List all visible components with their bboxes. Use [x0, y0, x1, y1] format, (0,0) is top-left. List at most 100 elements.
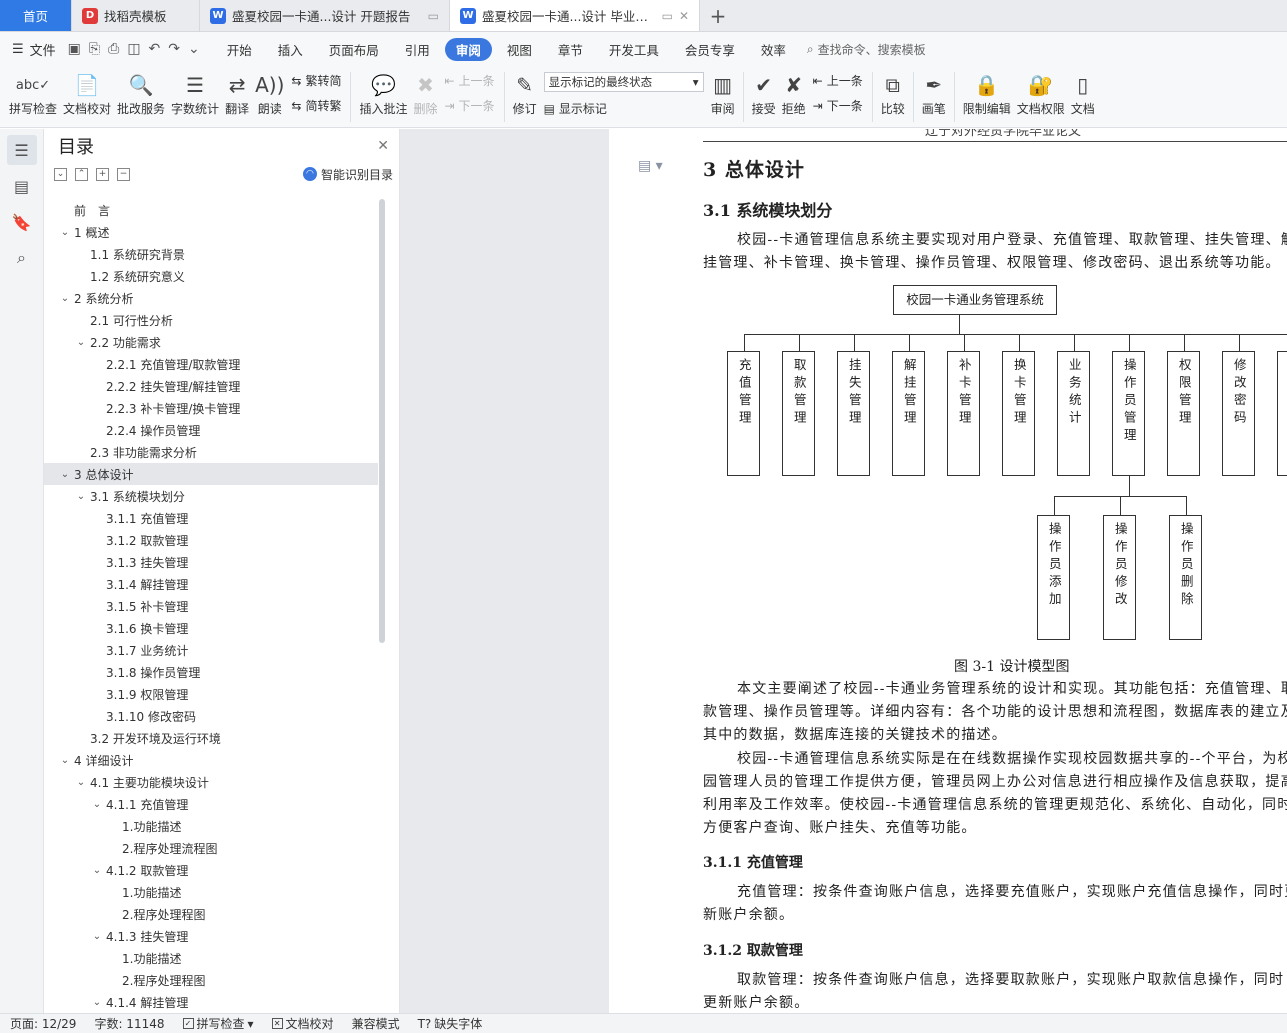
translate-button[interactable]: ⇄ 翻译 — [225, 66, 249, 117]
chevron-down-icon[interactable]: ⌄ — [58, 469, 72, 480]
delete-comment-button[interactable]: ✖ 删除 — [413, 66, 437, 117]
toc-item[interactable]: 1.功能描述 — [44, 947, 378, 969]
document-area[interactable]: 辽宁对外经贸学院毕业论文 3 总体设计 3.1 系统模块划分 校园--卡通管理信… — [400, 129, 1287, 1013]
page-indicator[interactable]: 页面: 12/29 — [10, 1015, 76, 1032]
toc-item[interactable]: 2.2.4 操作员管理 — [44, 419, 378, 441]
chevron-down-icon[interactable]: ⌄ — [74, 337, 88, 348]
toc-item[interactable]: 1.功能描述 — [44, 815, 378, 837]
toc-item[interactable]: ⌄ 1 概述 — [44, 221, 378, 243]
toc-nav-icon[interactable]: ☰ — [6, 135, 37, 165]
add-heading-icon[interactable]: + — [96, 167, 109, 181]
toc-item[interactable]: 2.2.2 挂失管理/解挂管理 — [44, 375, 378, 397]
chevron-down-icon[interactable]: ⌄ — [74, 777, 88, 788]
export-pdf-icon[interactable]: ⎘ — [89, 41, 100, 57]
print-preview-icon[interactable]: ◫ — [127, 41, 140, 57]
doc-permission-button[interactable]: 🔐 文档权限 — [1017, 66, 1065, 117]
file-menu[interactable]: ☰ 文件 — [12, 40, 56, 59]
toc-item[interactable]: 2.2.1 充值管理/取款管理 — [44, 353, 378, 375]
toc-item[interactable]: ⌄ 3 总体设计 — [44, 463, 378, 485]
accept-button[interactable]: ✔ 接受 — [752, 66, 776, 117]
collapse-all-icon[interactable]: ⌃ — [75, 167, 88, 181]
prev-comment-button[interactable]: ⇤ 上一条 — [444, 72, 494, 89]
toc-item[interactable]: 2.3 非功能需求分析 — [44, 441, 378, 463]
toc-item[interactable]: 2.程序处理程图 — [44, 969, 378, 991]
chevron-down-icon[interactable]: ⌄ — [58, 755, 72, 766]
toc-item[interactable]: 2.2.3 补卡管理/换卡管理 — [44, 397, 378, 419]
toc-item[interactable]: 1.功能描述 — [44, 881, 378, 903]
document-page[interactable]: 辽宁对外经贸学院毕业论文 3 总体设计 3.1 系统模块划分 校园--卡通管理信… — [609, 129, 1287, 1013]
cloud-sync-icon[interactable]: ▭ — [428, 9, 439, 23]
toc-item[interactable]: ⌄ 2 系统分析 — [44, 287, 378, 309]
tab-proposal-doc[interactable]: W 盛夏校园一卡通...设计 开题报告 ▭ — [200, 0, 450, 31]
toc-item[interactable]: 3.1.9 权限管理 — [44, 683, 378, 705]
toc-item[interactable]: 3.1.4 解挂管理 — [44, 573, 378, 595]
chevron-down-icon[interactable]: ⌄ — [90, 799, 104, 810]
redo-icon[interactable]: ↷ — [168, 41, 180, 57]
toc-item[interactable]: ⌄ 4.1.4 解挂管理 — [44, 991, 378, 1013]
word-count-button[interactable]: ☰ 字数统计 — [171, 66, 219, 117]
menu-developer[interactable]: 开发工具 — [598, 38, 670, 61]
toc-item[interactable]: 2.1 可行性分析 — [44, 309, 378, 331]
restrict-edit-button[interactable]: 🔒 限制编辑 — [963, 66, 1011, 117]
doc-proof-button[interactable]: 📄 文档校对 — [63, 66, 111, 117]
search-icon[interactable]: ⌕ — [7, 243, 37, 273]
track-changes-button[interactable]: ✎ 修订 — [513, 66, 537, 117]
trad-to-simp-button[interactable]: ⇆ 繁转简 — [291, 72, 341, 89]
chevron-down-icon[interactable]: ⌄ — [90, 865, 104, 876]
undo-icon[interactable]: ↶ — [149, 41, 161, 57]
remove-heading-icon[interactable]: − — [117, 167, 130, 181]
toc-item[interactable]: 2.程序处理流程图 — [44, 837, 378, 859]
batch-service-button[interactable]: 🔍 批改服务 — [117, 66, 165, 117]
reject-button[interactable]: ✘ 拒绝 — [782, 66, 806, 117]
toc-item[interactable]: 1.2 系统研究意义 — [44, 265, 378, 287]
page-options-icon[interactable]: ▤ ▾ — [638, 158, 663, 174]
toc-item[interactable]: 3.1.10 修改密码 — [44, 705, 378, 727]
print-icon[interactable]: ⎙ — [108, 41, 119, 57]
toc-item[interactable]: ⌄ 4.1.2 取款管理 — [44, 859, 378, 881]
toc-item[interactable]: 3.2 开发环境及运行环境 — [44, 727, 378, 749]
toc-item[interactable]: 1.1 系统研究背景 — [44, 243, 378, 265]
menu-home[interactable]: 开始 — [216, 38, 263, 61]
toc-item[interactable]: 3.1.2 取款管理 — [44, 529, 378, 551]
toc-item[interactable]: ⌄ 4 详细设计 — [44, 749, 378, 771]
chevron-down-icon[interactable]: ⌄ — [74, 491, 88, 502]
toc-item[interactable]: 3.1.5 补卡管理 — [44, 595, 378, 617]
close-icon[interactable]: ✕ — [679, 9, 689, 23]
toc-item[interactable]: 前 言 — [44, 199, 378, 221]
menu-member[interactable]: 会员专享 — [674, 38, 746, 61]
menu-efficiency[interactable]: 效率 — [750, 38, 797, 61]
toc-item[interactable]: ⌄ 2.2 功能需求 — [44, 331, 378, 353]
menu-insert[interactable]: 插入 — [267, 38, 314, 61]
toc-item[interactable]: 3.1.3 挂失管理 — [44, 551, 378, 573]
toc-item[interactable]: ⌄ 3.1 系统模块划分 — [44, 485, 378, 507]
tab-home[interactable]: 首页 — [0, 0, 72, 31]
tab-docer-templates[interactable]: D 找稻壳模板 — [72, 0, 200, 31]
command-search[interactable]: ⌕ 查找命令、搜索模板 — [807, 41, 926, 58]
word-count-indicator[interactable]: 字数: 11148 — [94, 1015, 164, 1032]
next-comment-button[interactable]: ⇥ 下一条 — [444, 97, 494, 114]
review-pane-button[interactable]: ▥ 审阅 — [711, 66, 735, 117]
toc-item[interactable]: ⌄ 4.1.3 挂失管理 — [44, 925, 378, 947]
spell-check-button[interactable]: abc✓ 拼写检查 — [9, 66, 57, 117]
next-change-button[interactable]: ⇥ 下一条 — [813, 97, 863, 114]
menu-section[interactable]: 章节 — [547, 38, 594, 61]
chapter-nav-icon[interactable]: ▤ — [7, 171, 37, 201]
show-markup-button[interactable]: ▤ 显示标记 — [544, 100, 704, 117]
close-icon[interactable]: ✕ — [377, 138, 389, 154]
chevron-down-icon[interactable]: ⌄ — [90, 931, 104, 942]
read-aloud-button[interactable]: A)) 朗读 — [255, 66, 284, 117]
new-tab-button[interactable]: + — [700, 0, 736, 31]
insert-comment-button[interactable]: 💬 插入批注 — [359, 66, 407, 117]
toc-item[interactable]: ⌄ 4.1.1 充值管理 — [44, 793, 378, 815]
menu-references[interactable]: 引用 — [394, 38, 441, 61]
missing-font-status[interactable]: T? 缺失字体 — [418, 1015, 483, 1032]
compare-button[interactable]: ⧉ 比较 — [881, 66, 905, 117]
toc-scrollbar[interactable] — [379, 199, 385, 643]
toc-item[interactable]: 2.程序处理程图 — [44, 903, 378, 925]
tab-thesis-doc[interactable]: W 盛夏校园一卡通...设计 毕业论文 ▭ ✕ — [450, 0, 700, 31]
toc-item[interactable]: 3.1.6 换卡管理 — [44, 617, 378, 639]
toc-item[interactable]: 3.1.8 操作员管理 — [44, 661, 378, 683]
ai-toc-button[interactable]: ◠ 智能识别目录 — [302, 166, 393, 183]
spell-check-toggle[interactable]: ✓ 拼写检查 ▾ — [182, 1015, 254, 1032]
save-icon[interactable]: ▣ — [68, 41, 81, 57]
